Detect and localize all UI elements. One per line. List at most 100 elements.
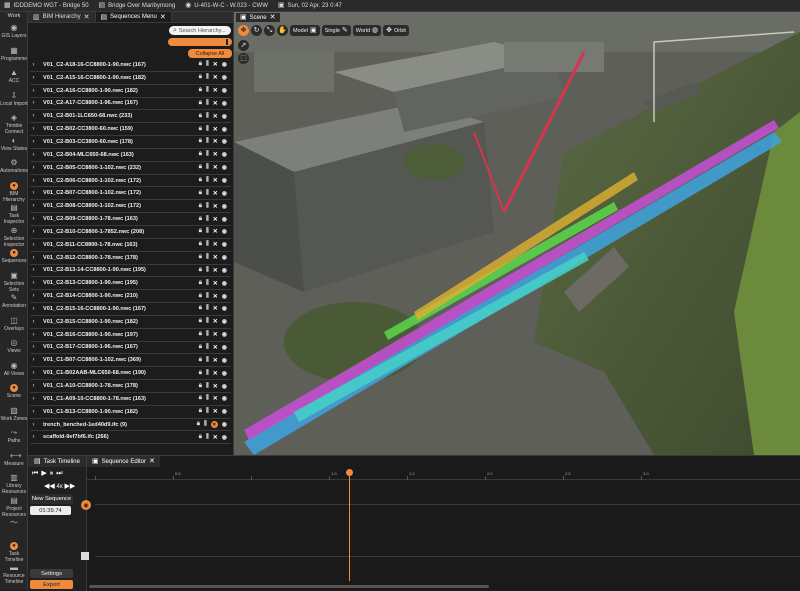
hierarchy-search-input[interactable]: ⌕ Search Hierarchy...: [169, 26, 231, 35]
lock-icon[interactable]: 🔒︎: [199, 74, 202, 81]
hierarchy-row[interactable]: › V01_C2-B02-CC3800-60.nwc (159) 🔒︎ ⫼ ✕ ◉: [30, 123, 231, 137]
slider-knob[interactable]: [226, 39, 228, 45]
time-input[interactable]: 01:39.74: [30, 506, 71, 515]
depth-slider[interactable]: [168, 38, 232, 46]
remove-icon[interactable]: ✕: [213, 113, 218, 120]
lock-icon[interactable]: 🔒︎: [199, 177, 202, 184]
hierarchy-row[interactable]: › V01_C1-B02AAB-MLC650-68.nwc (190) 🔒︎ ⫼ ✕ ◉: [30, 367, 231, 381]
visibility-icon[interactable]: ◉: [222, 100, 227, 107]
rail-item-overlays[interactable]: ◫ Overlays: [0, 316, 28, 332]
rail-item-task-timeline[interactable]: ● Task Timeline: [0, 541, 28, 563]
tab-sequence-editor[interactable]: ▣ Sequence Editor ✕: [87, 456, 160, 467]
skip-back-icon[interactable]: ⏮: [32, 470, 38, 477]
filter-icon[interactable]: ⫼: [206, 61, 209, 68]
rotate-tool-button[interactable]: ↻: [251, 25, 262, 36]
chevron-right-icon[interactable]: ›: [30, 126, 37, 132]
hierarchy-row[interactable]: › V01_C2-B16-CC8800-1-90.nwc (197) 🔒︎ ⫼ ✕ ◉: [30, 329, 231, 342]
rail-item-scene[interactable]: ● Scene: [0, 384, 28, 399]
remove-icon[interactable]: ✕: [213, 164, 218, 171]
remove-icon[interactable]: ✕: [213, 408, 218, 415]
skip-forward-icon[interactable]: ⏭: [56, 470, 62, 477]
chevron-right-icon[interactable]: ›: [30, 216, 37, 222]
rail-item-resource-timeline[interactable]: ▬ Resource Timeline: [0, 564, 28, 586]
tab-sequences-menu[interactable]: ▤ Sequences Menu ✕: [95, 12, 172, 22]
filter-icon[interactable]: ⫼: [206, 434, 209, 441]
rail-item-bim-hierarchy[interactable]: ● BIM Hierarchy: [0, 181, 28, 203]
visibility-icon[interactable]: ◉: [222, 228, 227, 235]
lock-icon[interactable]: 🔒︎: [199, 293, 202, 300]
hand-tool-button[interactable]: ✋: [277, 25, 288, 36]
chevron-right-icon[interactable]: ›: [30, 113, 37, 119]
chevron-right-icon[interactable]: ›: [30, 152, 37, 158]
chevron-right-icon[interactable]: ›: [30, 434, 37, 440]
visibility-icon[interactable]: ◉: [222, 190, 227, 197]
rail-item-automations[interactable]: ⚙ Automations: [0, 159, 28, 175]
remove-icon[interactable]: ✕: [213, 87, 218, 94]
chevron-right-icon[interactable]: ›: [30, 344, 37, 350]
close-icon[interactable]: ✕: [149, 458, 155, 465]
chevron-right-icon[interactable]: ›: [30, 165, 37, 171]
remove-icon[interactable]: ✕: [213, 344, 218, 351]
remove-icon[interactable]: ✕: [213, 383, 218, 390]
visibility-icon[interactable]: ◉: [222, 87, 227, 94]
visibility-icon[interactable]: ◉: [222, 318, 227, 325]
rail-item-measure[interactable]: ⟷ Measure: [0, 451, 28, 467]
remove-icon[interactable]: ✕: [213, 370, 218, 377]
hierarchy-row[interactable]: › V01_C2-B09-CC8800-1-78.nwc (163) 🔒︎ ⫼ ✕ ◉: [30, 213, 231, 226]
chevron-right-icon[interactable]: ›: [30, 88, 37, 94]
chevron-right-icon[interactable]: ›: [30, 319, 37, 325]
lock-icon[interactable]: 🔒︎: [199, 190, 202, 197]
hierarchy-row[interactable]: › V01_C2-A18-16-CC8800-1-90.nwc (167) 🔒︎ ⫼ ✕…: [30, 59, 231, 72]
filter-icon[interactable]: ⫼: [206, 190, 209, 197]
lock-icon[interactable]: 🔒︎: [199, 216, 202, 223]
chevron-right-icon[interactable]: ›: [30, 229, 37, 235]
filter-icon[interactable]: ⫼: [206, 113, 209, 120]
filter-icon[interactable]: ⫼: [206, 228, 209, 235]
visibility-icon[interactable]: ◉: [222, 216, 227, 223]
hierarchy-row[interactable]: › V01_C2-A15-16-CC8800-1-90.nwc (182) 🔒︎ ⫼ ✕…: [30, 72, 231, 85]
hierarchy-row[interactable]: › V01_C2-B05-CC8800-1-102.nwc (232) 🔒︎ ⫼ ✕ ◉: [30, 162, 231, 175]
location-selector[interactable]: ▤ Bridge Over Maribyrnong: [99, 2, 176, 9]
hierarchy-row[interactable]: › V01_C2-B17-CC8800-1-96.nwc (167) 🔒︎ ⫼ ✕ ◉: [30, 342, 231, 355]
rail-item-annotation[interactable]: ✎ Annotation: [0, 294, 28, 310]
filter-icon[interactable]: ⫼: [206, 280, 209, 287]
orbit-mode-button[interactable]: ✥ Orbit: [383, 25, 409, 36]
chevron-right-icon[interactable]: ›: [30, 100, 37, 106]
lock-icon[interactable]: 🔒︎: [199, 87, 202, 94]
scale-tool-button[interactable]: ⤡: [264, 25, 275, 36]
visibility-icon[interactable]: ◉: [222, 126, 227, 133]
lock-icon[interactable]: 🔒︎: [199, 254, 202, 261]
tab-bim-hierarchy[interactable]: ▥ BIM Hierarchy ✕: [28, 12, 96, 22]
filter-icon[interactable]: ⫼: [206, 87, 209, 94]
filter-icon[interactable]: ⫼: [206, 370, 209, 377]
visibility-icon[interactable]: ◉: [222, 383, 227, 390]
hierarchy-row[interactable]: › V01_C2-B06-CC8800-1-102.nwc (172) 🔒︎ ⫼ ✕ ◉: [30, 175, 231, 188]
hierarchy-row[interactable]: › V01_C2-A16-CC8800-1-90.nwc (182) 🔒︎ ⫼ ✕ ◉: [30, 85, 231, 98]
filter-icon[interactable]: ⫼: [206, 241, 209, 248]
rail-item-task-inspector[interactable]: ▤ Task Inspector: [0, 204, 28, 226]
lock-icon[interactable]: 🔒︎: [199, 305, 202, 312]
lock-icon[interactable]: 🔒︎: [199, 126, 202, 133]
lock-icon[interactable]: 🔒︎: [199, 434, 202, 441]
model-selector[interactable]: ◉ U-401-W-C - W.023 - CWW: [185, 2, 268, 9]
remove-icon[interactable]: ✕: [213, 305, 218, 312]
lock-icon[interactable]: 🔒︎: [199, 228, 202, 235]
hierarchy-row[interactable]: › V01_C2-B11-CC8800-1-78.nwc (163) 🔒︎ ⫼ ✕ ◉: [30, 239, 231, 252]
new-sequence-button[interactable]: New Sequence: [30, 494, 73, 504]
hierarchy-row[interactable]: › V01_C2-B13-14-CC8800-1-90.nwc (195) 🔒︎ ⫼ ✕…: [30, 265, 231, 278]
filter-icon[interactable]: ⫼: [206, 164, 209, 171]
remove-icon[interactable]: ✕: [213, 395, 218, 402]
tab-scene[interactable]: ▣ Scene ✕: [236, 13, 280, 22]
visibility-icon[interactable]: ◉: [222, 138, 227, 145]
chevron-right-icon[interactable]: ›: [30, 280, 37, 286]
lock-icon[interactable]: 🔒︎: [199, 241, 202, 248]
remove-icon[interactable]: ✕: [213, 74, 218, 81]
chevron-right-icon[interactable]: ›: [30, 255, 37, 261]
visibility-icon[interactable]: ◉: [222, 370, 227, 377]
visibility-icon[interactable]: ◉: [222, 203, 227, 210]
timeline-scrollbar[interactable]: [89, 585, 489, 588]
filter-icon[interactable]: ⫼: [206, 138, 209, 145]
filter-icon[interactable]: ⫼: [206, 395, 209, 402]
visibility-icon[interactable]: ◉: [222, 305, 227, 312]
filter-icon[interactable]: ⫼: [206, 305, 209, 312]
